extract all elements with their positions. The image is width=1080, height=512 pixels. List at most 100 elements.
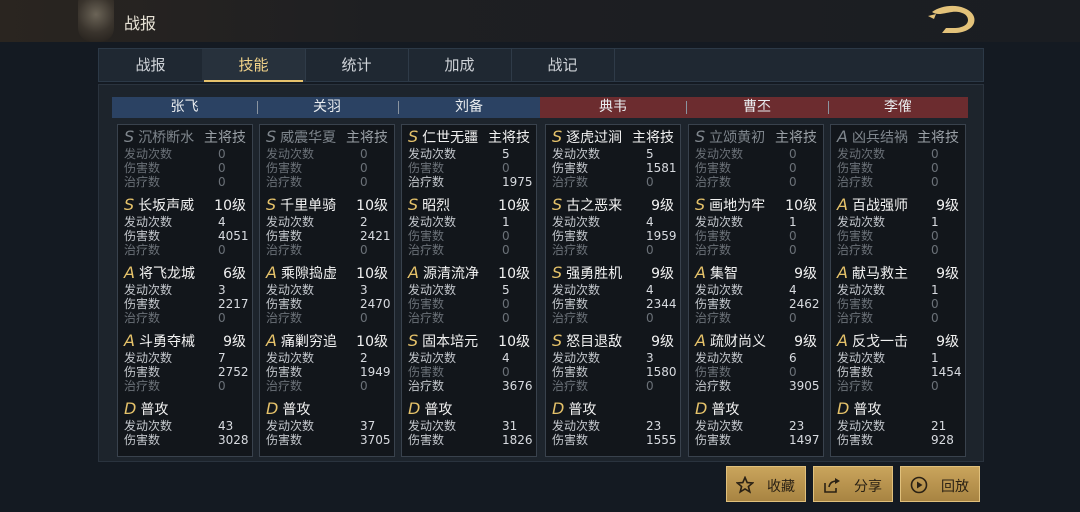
- skill-grade: S: [552, 263, 563, 282]
- skill-header: A 百战强师 9级: [837, 195, 959, 215]
- skill-block[interactable]: S 画地为牢 10级 发动次数 1 伤害数 0 治疗数 0: [695, 195, 817, 257]
- skill-block[interactable]: D 普攻 发动次数 23 伤害数 1555: [552, 399, 677, 447]
- stat-row: 发动次数 6: [695, 351, 817, 365]
- tab-bonus[interactable]: 加成: [408, 49, 512, 81]
- skill-block[interactable]: A 百战强师 9级 发动次数 1 伤害数 0 治疗数 0: [837, 195, 959, 257]
- stat-label: 治疗数: [266, 175, 303, 189]
- skill-block[interactable]: D 普攻 发动次数 21 伤害数 928: [837, 399, 959, 447]
- stat-label: 发动次数: [124, 283, 173, 297]
- skill-block[interactable]: S 昭烈 10级 发动次数 1 伤害数 0 治疗数 0: [408, 195, 530, 257]
- skill-block[interactable]: D 普攻 发动次数 23 伤害数 1497: [695, 399, 820, 447]
- skill-grade: A: [124, 331, 135, 350]
- tab-battle-report[interactable]: 战报: [99, 49, 203, 81]
- skill-block[interactable]: S 千里单骑 10级 发动次数 2 伤害数 2421 治疗数 0: [266, 195, 391, 257]
- stat-label: 伤害数: [124, 229, 161, 243]
- skill-level: 10级: [356, 266, 388, 282]
- skill-block[interactable]: S 立颂黄初 主将技 发动次数 0 伤害数 0 治疗数 0: [695, 127, 817, 189]
- share-icon: [824, 478, 840, 493]
- stat-value: 0: [360, 379, 368, 393]
- stat-row: 发动次数 1: [837, 283, 959, 297]
- skill-block[interactable]: S 固本培元 10级 发动次数 4 伤害数 0 治疗数 3676: [408, 331, 533, 393]
- skill-block[interactable]: A 斗勇夺械 9级 发动次数 7 伤害数 2752 治疗数 0: [124, 331, 249, 393]
- stat-value: 0: [218, 161, 226, 175]
- skill-grade: S: [552, 127, 563, 146]
- stat-row: 伤害数 928: [837, 433, 959, 447]
- skill-block[interactable]: A 凶兵结祸 主将技 发动次数 0 伤害数 0 治疗数 0: [837, 127, 959, 189]
- stat-label: 伤害数: [408, 161, 445, 175]
- stat-label: 伤害数: [552, 297, 589, 311]
- skill-grade: A: [837, 263, 848, 282]
- skill-block[interactable]: S 古之恶来 9级 发动次数 4 伤害数 1959 治疗数 0: [552, 195, 677, 257]
- skill-block[interactable]: A 献马救主 9级 发动次数 1 伤害数 0 治疗数 0: [837, 263, 959, 325]
- stat-label: 发动次数: [695, 419, 744, 433]
- skill-name: 仁世无疆: [422, 130, 479, 146]
- stat-value: 0: [931, 379, 939, 393]
- stat-label: 治疗数: [552, 243, 589, 257]
- stat-value: 4051: [218, 229, 249, 243]
- skill-block[interactable]: A 乘隙捣虚 10级 发动次数 3 伤害数 2470 治疗数 0: [266, 263, 391, 325]
- stat-row: 伤害数 1454: [837, 365, 962, 379]
- skill-block[interactable]: D 普攻 发动次数 31 伤害数 1826: [408, 399, 533, 447]
- tab-statistics[interactable]: 统计: [305, 49, 409, 81]
- header-divider: [257, 101, 258, 114]
- tab-chronicle[interactable]: 战记: [511, 49, 615, 81]
- skill-block[interactable]: D 普攻 发动次数 37 伤害数 3705: [266, 399, 391, 447]
- share-button[interactable]: 分享: [813, 466, 893, 502]
- skill-block[interactable]: A 集智 9级 发动次数 4 伤害数 2462 治疗数 0: [695, 263, 820, 325]
- stat-label: 伤害数: [408, 365, 445, 379]
- stat-label: 伤害数: [695, 297, 732, 311]
- stat-label: 发动次数: [266, 215, 315, 229]
- stat-row: 治疗数 0: [552, 379, 674, 393]
- skill-name: 普攻: [424, 402, 453, 418]
- stat-label: 伤害数: [695, 433, 732, 447]
- skill-block[interactable]: D 普攻 发动次数 43 伤害数 3028: [124, 399, 249, 447]
- stat-label: 伤害数: [124, 161, 161, 175]
- skill-grade: S: [695, 195, 706, 214]
- hero-name-5: 曹丕: [743, 99, 771, 115]
- skill-block[interactable]: A 痛剿穷追 10级 发动次数 2 伤害数 1949 治疗数 0: [266, 331, 391, 393]
- stat-row: 伤害数 2462: [695, 297, 820, 311]
- favorite-label: 收藏: [767, 479, 795, 495]
- stat-label: 发动次数: [408, 283, 457, 297]
- skill-block[interactable]: S 沉桥断水 主将技 发动次数 0 伤害数 0 治疗数 0: [124, 127, 246, 189]
- skill-block[interactable]: S 怒目退敌 9级 发动次数 3 伤害数 1580 治疗数 0: [552, 331, 677, 393]
- replay-label: 回放: [941, 479, 969, 495]
- favorite-button[interactable]: 收藏: [726, 466, 806, 502]
- skill-block[interactable]: A 疏财尚义 9级 发动次数 6 伤害数 0 治疗数 3905: [695, 331, 820, 393]
- skill-name: 逐虎过涧: [566, 130, 623, 146]
- skill-block[interactable]: S 仁世无疆 主将技 发动次数 5 伤害数 0 治疗数 1975: [408, 127, 533, 189]
- skill-level: 9级: [651, 334, 674, 350]
- skill-level: 10级: [356, 198, 388, 214]
- header-divider: [686, 101, 687, 114]
- stat-label: 发动次数: [124, 351, 173, 365]
- stat-label: 治疗数: [552, 379, 589, 393]
- skill-block[interactable]: A 反戈一击 9级 发动次数 1 伤害数 1454 治疗数 0: [837, 331, 962, 393]
- skill-block[interactable]: S 威震华夏 主将技 发动次数 0 伤害数 0 治疗数 0: [266, 127, 388, 189]
- stat-row: 发动次数 4: [124, 215, 246, 229]
- back-button[interactable]: [926, 2, 982, 40]
- skill-block[interactable]: A 将飞龙城 6级 发动次数 3 伤害数 2217 治疗数 0: [124, 263, 249, 325]
- stat-row: 治疗数 0: [552, 243, 674, 257]
- stat-label: 治疗数: [408, 311, 445, 325]
- skill-block[interactable]: S 长坂声威 10级 发动次数 4 伤害数 4051 治疗数 0: [124, 195, 249, 257]
- skill-block[interactable]: A 源清流净 10级 发动次数 5 伤害数 0 治疗数 0: [408, 263, 530, 325]
- stat-row: 发动次数 0: [695, 147, 817, 161]
- stat-row: 伤害数 2752: [124, 365, 249, 379]
- skill-level: 9级: [794, 266, 817, 282]
- stat-value: 0: [931, 243, 939, 257]
- stat-value: 3: [218, 283, 226, 297]
- stat-label: 发动次数: [552, 283, 601, 297]
- skill-level: 10级: [214, 198, 246, 214]
- skill-header: A 乘隙捣虚 10级: [266, 263, 388, 283]
- stat-label: 发动次数: [837, 419, 886, 433]
- replay-button[interactable]: 回放: [900, 466, 980, 502]
- stat-value: 5: [502, 283, 510, 297]
- tab-skills[interactable]: 技能: [202, 49, 306, 82]
- header-divider: [828, 101, 829, 114]
- stat-value: 1: [789, 215, 797, 229]
- skill-header: A 斗勇夺械 9级: [124, 331, 246, 351]
- skill-block[interactable]: S 强勇胜机 9级 发动次数 4 伤害数 2344 治疗数 0: [552, 263, 677, 325]
- skill-block[interactable]: S 逐虎过涧 主将技 发动次数 5 伤害数 1581 治疗数 0: [552, 127, 677, 189]
- skill-header: A 凶兵结祸 主将技: [837, 127, 959, 147]
- skill-level: 主将技: [488, 130, 530, 146]
